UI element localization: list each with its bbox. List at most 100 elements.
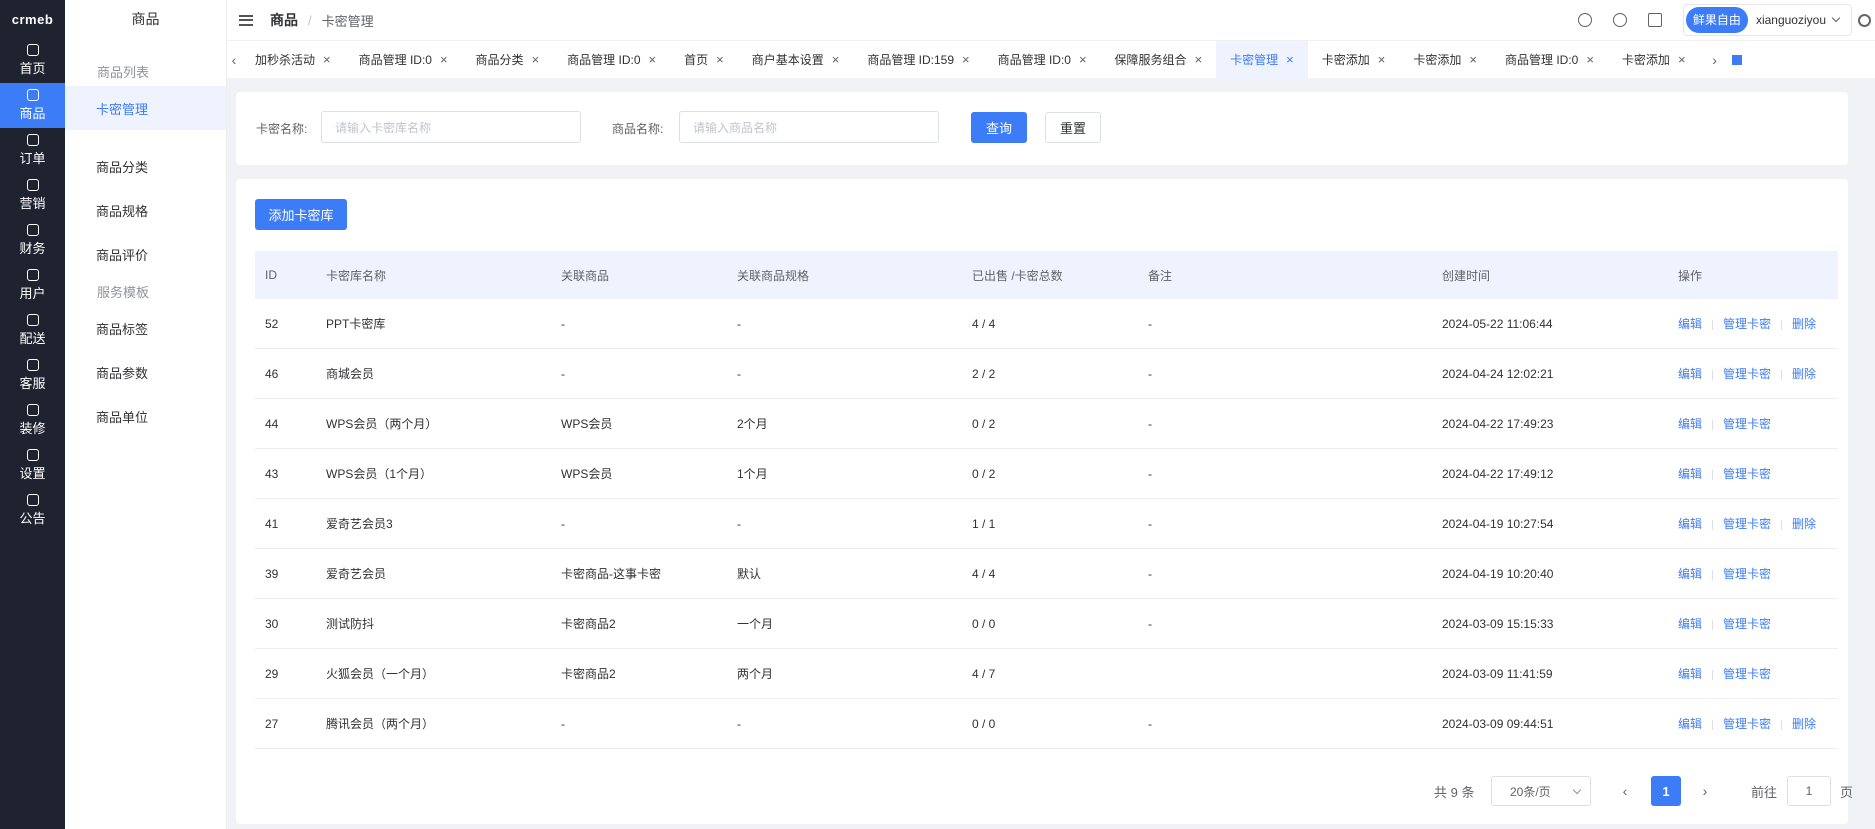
close-icon[interactable]: × <box>1586 52 1594 67</box>
rail-item-user[interactable]: 用户 <box>0 263 65 308</box>
close-icon[interactable]: × <box>962 52 970 67</box>
close-icon[interactable]: × <box>1378 52 1386 67</box>
cell-id: 43 <box>265 466 279 481</box>
menu-toggle-icon[interactable] <box>239 14 253 26</box>
edit-link[interactable]: 编辑 <box>1678 717 1702 731</box>
close-icon[interactable]: × <box>1469 52 1477 67</box>
cell-id: 52 <box>265 316 279 331</box>
submenu-item-spec[interactable]: 商品规格 <box>65 188 226 232</box>
submenu-item-card-manage[interactable]: 卡密管理 <box>65 86 226 130</box>
rail-item-home[interactable]: 首页 <box>0 38 65 83</box>
close-icon[interactable]: × <box>440 52 448 67</box>
tab-scroll-right-icon[interactable]: › <box>1708 52 1722 68</box>
close-icon[interactable]: × <box>532 52 540 67</box>
manage-card-link[interactable]: 管理卡密 <box>1723 567 1771 581</box>
rail-item-marketing[interactable]: 营销 <box>0 173 65 218</box>
search-icon[interactable] <box>1612 13 1627 27</box>
close-icon[interactable]: × <box>323 52 331 67</box>
tab[interactable]: 商品管理 ID:0 × <box>984 41 1101 79</box>
submenu-item-unit[interactable]: 商品单位 <box>65 394 226 438</box>
submenu-item-review[interactable]: 商品评价 <box>65 232 226 276</box>
rail-item-notice[interactable]: 公告 <box>0 488 65 533</box>
fullscreen-icon[interactable] <box>1647 13 1662 27</box>
manage-card-link[interactable]: 管理卡密 <box>1723 367 1771 381</box>
manage-card-link[interactable]: 管理卡密 <box>1723 517 1771 531</box>
close-icon[interactable]: × <box>1678 52 1686 67</box>
close-icon[interactable]: × <box>1195 52 1203 67</box>
table-row: 44 WPS会员（两个月） WPS会员 2个月 0 / 2 - 2024-04-… <box>255 399 1838 449</box>
close-icon[interactable]: × <box>649 52 657 67</box>
add-card-library-button[interactable]: 添加卡密库 <box>255 199 347 230</box>
goto-page-input[interactable]: 1 <box>1787 776 1831 806</box>
manage-card-link[interactable]: 管理卡密 <box>1723 467 1771 481</box>
tab[interactable]: 商品分类 × <box>462 41 554 79</box>
breadcrumb-parent[interactable]: 商品 <box>270 10 298 30</box>
divider <box>1712 719 1714 730</box>
close-icon[interactable]: × <box>716 52 724 67</box>
edit-link[interactable]: 编辑 <box>1678 617 1702 631</box>
page-number-current[interactable]: 1 <box>1651 776 1681 806</box>
edit-link[interactable]: 编辑 <box>1678 517 1702 531</box>
cell-product: 卡密商品-这事卡密 <box>561 567 661 581</box>
tab-active[interactable]: 卡密管理 × <box>1216 40 1308 79</box>
cell-time: 2024-05-22 11:06:44 <box>1442 316 1553 331</box>
gear-icon[interactable] <box>1858 13 1871 27</box>
delete-link[interactable]: 删除 <box>1792 717 1816 731</box>
rail-item-product[interactable]: 商品 <box>0 83 65 128</box>
manage-card-link[interactable]: 管理卡密 <box>1723 717 1771 731</box>
cell-ops: 编辑 管理卡密 <box>1668 415 1838 432</box>
page-size-select[interactable]: 20条/页 <box>1491 776 1591 806</box>
refresh-icon[interactable] <box>1577 13 1592 27</box>
manage-card-link[interactable]: 管理卡密 <box>1723 667 1771 681</box>
delete-link[interactable]: 删除 <box>1792 367 1816 381</box>
divider <box>1781 369 1783 380</box>
tab[interactable]: 商品管理 ID:159 × <box>853 41 983 79</box>
rail-item-finance[interactable]: 财务 <box>0 218 65 263</box>
submenu-item-tag[interactable]: 商品标签 <box>65 306 226 350</box>
tab[interactable]: 商品管理 ID:0 × <box>345 41 462 79</box>
query-button[interactable]: 查询 <box>971 112 1027 143</box>
submenu-item-param[interactable]: 商品参数 <box>65 350 226 394</box>
delete-link[interactable]: 删除 <box>1792 317 1816 331</box>
tab[interactable]: 商品管理 ID:0 × <box>1491 41 1608 79</box>
submenu-item-category[interactable]: 商品分类 <box>65 144 226 188</box>
divider <box>1781 519 1783 530</box>
rail-item-service[interactable]: 客服 <box>0 353 65 398</box>
cell-sold: 0 / 2 <box>972 416 996 431</box>
tab[interactable]: 卡密添加 × <box>1308 41 1400 79</box>
tab[interactable]: 首页 × <box>670 41 738 79</box>
reset-button[interactable]: 重置 <box>1045 112 1101 143</box>
rail-item-decoration[interactable]: 装修 <box>0 398 65 443</box>
close-icon[interactable]: × <box>1286 52 1294 67</box>
tab[interactable]: 卡密添加 × <box>1608 41 1700 79</box>
tab-scroll-left-icon[interactable]: ‹ <box>227 52 241 68</box>
user-menu[interactable]: 鲜果自由 xianguoziyou <box>1682 4 1852 36</box>
edit-link[interactable]: 编辑 <box>1678 417 1702 431</box>
cell-note: - <box>1148 716 1152 731</box>
tab[interactable]: 卡密添加 × <box>1399 41 1491 79</box>
prev-page-icon[interactable]: ‹ <box>1615 776 1635 806</box>
next-page-icon[interactable]: › <box>1695 776 1715 806</box>
tab[interactable]: 加秒杀活动 × <box>241 41 345 79</box>
rail-item-delivery[interactable]: 配送 <box>0 308 65 353</box>
grid-icon[interactable] <box>1731 54 1742 65</box>
close-icon[interactable]: × <box>832 52 840 67</box>
divider <box>1781 319 1783 330</box>
tab[interactable]: 商户基本设置 × <box>738 41 854 79</box>
rail-item-order[interactable]: 订单 <box>0 128 65 173</box>
product-name-input[interactable]: 请输入商品名称 <box>679 111 939 143</box>
rail-item-settings[interactable]: 设置 <box>0 443 65 488</box>
tab[interactable]: 商品管理 ID:0 × <box>553 41 670 79</box>
edit-link[interactable]: 编辑 <box>1678 367 1702 381</box>
delete-link[interactable]: 删除 <box>1792 517 1816 531</box>
edit-link[interactable]: 编辑 <box>1678 467 1702 481</box>
manage-card-link[interactable]: 管理卡密 <box>1723 417 1771 431</box>
card-name-input[interactable]: 请输入卡密库名称 <box>321 111 581 143</box>
manage-card-link[interactable]: 管理卡密 <box>1723 617 1771 631</box>
tab[interactable]: 保障服务组合 × <box>1101 41 1217 79</box>
manage-card-link[interactable]: 管理卡密 <box>1723 317 1771 331</box>
edit-link[interactable]: 编辑 <box>1678 667 1702 681</box>
close-icon[interactable]: × <box>1079 52 1087 67</box>
edit-link[interactable]: 编辑 <box>1678 567 1702 581</box>
edit-link[interactable]: 编辑 <box>1678 317 1702 331</box>
